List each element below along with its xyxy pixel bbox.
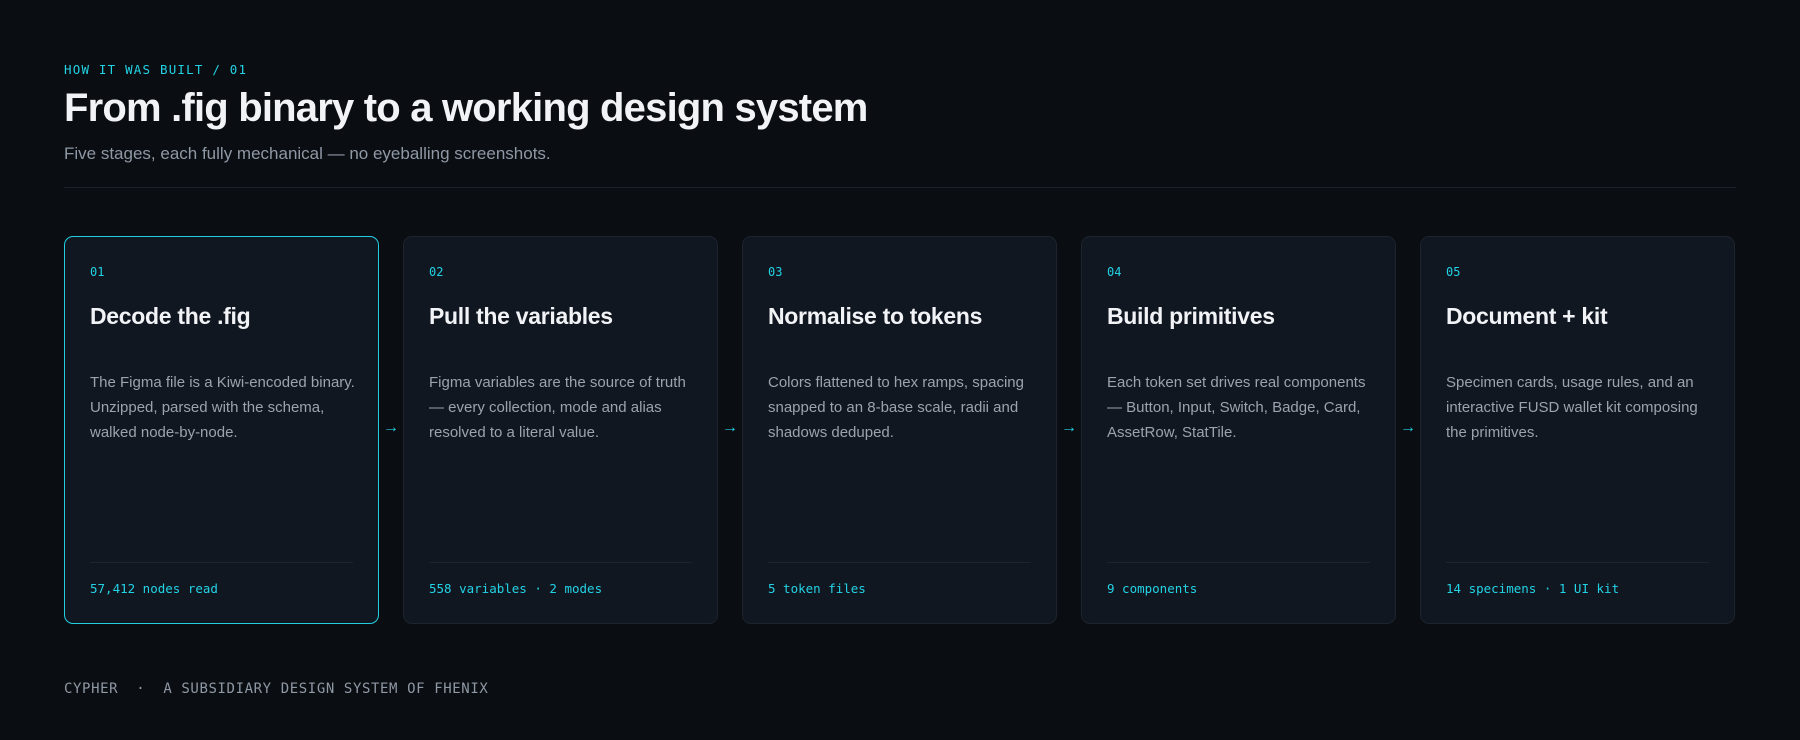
stage-divider <box>1446 562 1709 563</box>
stage-description: Figma variables are the source of truth … <box>429 374 686 441</box>
page-subtitle: Five stages, each fully mechanical — no … <box>64 144 551 163</box>
stage-card-tokens[interactable]: 03 Normalise to tokens Colors flattened … <box>742 236 1057 624</box>
stage-number: 04 <box>1107 265 1122 279</box>
header-divider <box>64 187 1736 188</box>
footer-tagline: A SUBSIDIARY DESIGN SYSTEM OF FHENIX <box>163 681 489 697</box>
stage-number: 03 <box>768 265 783 279</box>
stage-title: Decode the .fig <box>90 303 251 329</box>
arrow-right-icon: → <box>1061 419 1077 436</box>
stage-title: Document + kit <box>1446 303 1608 329</box>
page: HOW IT WAS BUILT / 01 From .fig binary t… <box>64 0 1736 740</box>
arrow-right-icon: → <box>722 419 738 436</box>
stage-title: Build primitives <box>1107 303 1275 329</box>
stage-stat: 5 token files <box>768 581 866 596</box>
stage-card-primitives[interactable]: 04 Build primitives Each token set drive… <box>1081 236 1396 624</box>
stage-description: Each token set drives real components — … <box>1107 374 1366 441</box>
stage-number: 01 <box>90 265 105 279</box>
stage-card-variables[interactable]: 02 Pull the variables Figma variables ar… <box>403 236 718 624</box>
stage-divider <box>1107 562 1370 563</box>
stage-description: The Figma file is a Kiwi-encoded binary.… <box>90 374 355 441</box>
stage-stat: 558 variables · 2 modes <box>429 581 603 596</box>
stage-stat: 9 components <box>1107 581 1198 596</box>
section-eyebrow: HOW IT WAS BUILT / 01 <box>64 62 248 77</box>
stage-divider <box>429 562 692 563</box>
stage-divider <box>90 562 353 563</box>
stage-description: Specimen cards, usage rules, and an inte… <box>1446 374 1698 441</box>
stage-divider <box>768 562 1031 563</box>
stage-title: Pull the variables <box>429 303 613 329</box>
stage-title: Normalise to tokens <box>768 303 983 329</box>
stage-card-decode[interactable]: 01 Decode the .fig The Figma file is a K… <box>64 236 379 624</box>
footer-brand: CYPHER <box>64 681 119 697</box>
arrow-right-icon: → <box>1400 419 1416 436</box>
stage-number: 02 <box>429 265 444 279</box>
stage-card-document[interactable]: 05 Document + kit Specimen cards, usage … <box>1420 236 1735 624</box>
stage-stat: 57,412 nodes read <box>90 581 218 596</box>
arrow-right-icon: → <box>383 419 399 436</box>
stage-number: 05 <box>1446 265 1461 279</box>
stage-description: Colors flattened to hex ramps, spacing s… <box>768 374 1024 441</box>
stage-pipeline: 01 Decode the .fig The Figma file is a K… <box>64 236 1736 626</box>
page-title: From .fig binary to a working design sys… <box>64 86 868 130</box>
footer: CYPHER · A SUBSIDIARY DESIGN SYSTEM OF F… <box>64 681 488 697</box>
stage-stat: 14 specimens · 1 UI kit <box>1446 581 1620 596</box>
footer-separator: · <box>136 681 146 697</box>
